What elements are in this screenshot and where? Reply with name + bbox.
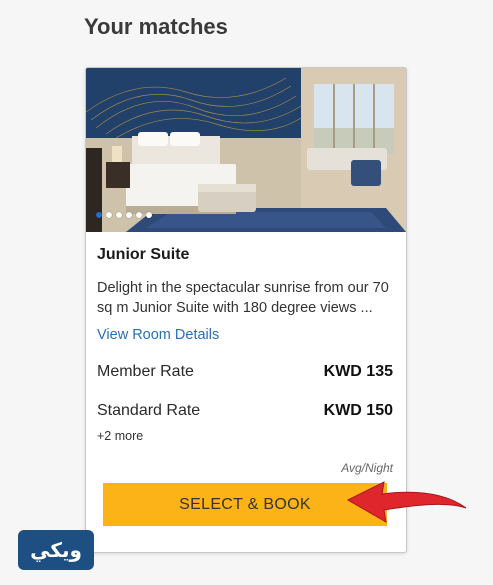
gallery-dot[interactable]	[146, 212, 152, 218]
room-name: Junior Suite	[97, 246, 190, 263]
page-title: Your matches	[84, 14, 228, 39]
wiki-logo-icon: ويكي	[18, 530, 94, 570]
wiki-logo: ويكي	[18, 530, 94, 570]
member-rate-label: Member Rate	[97, 363, 194, 380]
member-rate-price: KWD 135	[323, 363, 393, 380]
standard-rate-price: KWD 150	[323, 402, 393, 419]
gallery-dots	[96, 212, 152, 218]
member-rate-row: Member Rate KWD 135	[97, 363, 393, 381]
price-unit-label: Avg/Night	[341, 461, 393, 475]
more-rates-link[interactable]: +2 more	[97, 429, 143, 443]
red-arrow-icon	[346, 481, 467, 523]
gallery-dot[interactable]	[136, 212, 142, 218]
standard-rate-row: Standard Rate KWD 150	[97, 402, 393, 420]
gallery-dot[interactable]	[106, 212, 112, 218]
standard-rate-label: Standard Rate	[97, 402, 201, 419]
room-photo[interactable]	[86, 68, 406, 232]
room-description: Delight in the spectacular sunrise from …	[97, 280, 389, 316]
view-room-details-link[interactable]: View Room Details	[97, 327, 219, 343]
gallery-dot[interactable]	[116, 212, 122, 218]
gallery-dot[interactable]	[126, 212, 132, 218]
gallery-dot[interactable]	[96, 212, 102, 218]
wiki-logo-text: ويكي	[30, 538, 82, 563]
